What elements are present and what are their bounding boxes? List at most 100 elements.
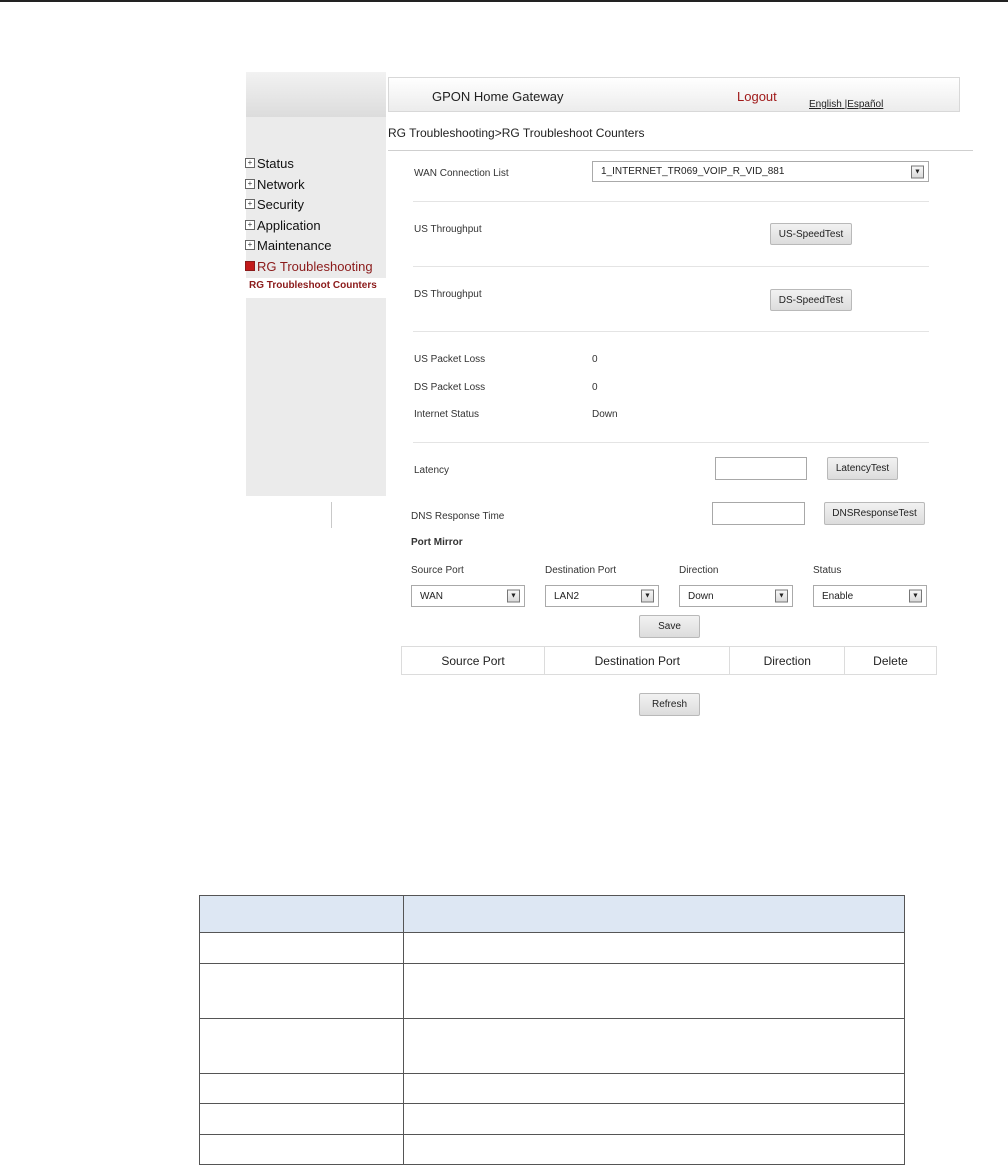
sidebar-item-label: Security	[257, 196, 304, 212]
plus-icon: +	[245, 158, 255, 168]
row-divider	[413, 331, 929, 332]
chevron-down-icon: ▼	[911, 165, 924, 178]
sidebar-item-label: Application	[257, 217, 321, 233]
table-header-direction: Direction	[729, 646, 846, 675]
table-cell	[403, 1134, 905, 1165]
sidebar-subitem-rg-troubleshoot-counters[interactable]: RG Troubleshoot Counters	[249, 280, 377, 291]
row-divider	[413, 201, 929, 202]
sidebar-divider	[331, 502, 332, 528]
us-packet-loss-value: 0	[592, 354, 598, 365]
direction-value: Down	[688, 590, 714, 602]
table-cell	[403, 1073, 905, 1104]
logout-link[interactable]: Logout	[737, 89, 777, 104]
chevron-down-icon: ▼	[909, 589, 922, 603]
us-speedtest-button[interactable]: US-SpeedTest	[770, 223, 852, 245]
plus-icon: +	[245, 199, 255, 209]
table-row	[198, 963, 905, 1019]
sidebar-item-label: Network	[257, 176, 305, 192]
wan-connection-select[interactable]: 1_INTERNET_TR069_VOIP_R_VID_881 ▼	[592, 161, 929, 182]
sidebar-item-label: Status	[257, 155, 294, 171]
lang-english-link[interactable]: English	[809, 99, 842, 110]
destination-port-select[interactable]: LAN2 ▼	[545, 585, 659, 607]
table-cell	[198, 963, 405, 1019]
table-cell	[198, 1018, 405, 1074]
internet-status-value: Down	[592, 409, 618, 420]
top-rule	[0, 0, 1008, 2]
document-table	[198, 895, 905, 1165]
dns-response-label: DNS Response Time	[411, 511, 505, 522]
source-port-label: Source Port	[411, 565, 464, 576]
table-header-destination-port: Destination Port	[544, 646, 731, 675]
plus-icon: +	[245, 220, 255, 230]
table-row	[198, 1103, 905, 1135]
sidebar-item-maintenance[interactable]: + Maintenance	[245, 236, 331, 254]
table-row	[198, 932, 905, 964]
table-header-source-port: Source Port	[400, 646, 546, 675]
table-cell	[403, 895, 905, 933]
refresh-button[interactable]: Refresh	[639, 693, 700, 716]
status-label: Status	[813, 565, 842, 576]
chevron-down-icon: ▼	[775, 589, 788, 603]
table-cell	[198, 895, 405, 933]
row-divider	[413, 266, 929, 267]
destination-port-value: LAN2	[554, 590, 580, 602]
port-mirror-title: Port Mirror	[411, 537, 463, 548]
table-cell	[403, 932, 905, 964]
wan-connection-label: WAN Connection List	[414, 168, 509, 179]
table-cell	[198, 1134, 405, 1165]
direction-select[interactable]: Down ▼	[679, 585, 793, 607]
breadcrumb: RG Troubleshooting>RG Troubleshoot Count…	[388, 126, 645, 140]
table-cell	[403, 1018, 905, 1074]
chevron-down-icon: ▼	[641, 589, 654, 603]
status-value: Enable	[822, 590, 854, 602]
dns-response-test-button[interactable]: DNSResponseTest	[824, 502, 925, 525]
sidebar	[246, 117, 386, 496]
save-button[interactable]: Save	[639, 615, 700, 638]
plus-icon: +	[245, 179, 255, 189]
table-cell	[403, 963, 905, 1019]
status-select[interactable]: Enable ▼	[813, 585, 927, 607]
sidebar-item-label: RG Troubleshooting	[257, 258, 373, 274]
latency-label: Latency	[414, 465, 450, 476]
source-port-value: WAN	[420, 590, 443, 602]
breadcrumb-divider	[388, 150, 973, 151]
sidebar-item-rg-troubleshooting[interactable]: RG Troubleshooting	[245, 257, 373, 275]
table-cell	[198, 932, 405, 964]
sidebar-item-label: Maintenance	[257, 237, 332, 253]
app-title: GPON Home Gateway	[432, 89, 564, 104]
ds-packet-loss-label: DS Packet Loss	[414, 382, 486, 393]
ds-throughput-label: DS Throughput	[414, 289, 482, 300]
us-throughput-label: US Throughput	[414, 224, 482, 235]
plus-icon: +	[245, 240, 255, 250]
direction-label: Direction	[679, 565, 719, 576]
table-cell	[403, 1103, 905, 1135]
port-mirror-table: Source Port Destination Port Direction D…	[400, 646, 937, 675]
table-header-delete: Delete	[844, 646, 937, 675]
table-row	[198, 1018, 905, 1074]
source-port-select[interactable]: WAN ▼	[411, 585, 525, 607]
sidebar-item-application[interactable]: + Application	[245, 216, 321, 234]
sidebar-item-network[interactable]: + Network	[245, 175, 305, 193]
destination-port-label: Destination Port	[545, 565, 617, 576]
latency-input[interactable]	[715, 457, 807, 480]
wan-connection-value: 1_INTERNET_TR069_VOIP_R_VID_881	[601, 166, 785, 177]
dns-response-input[interactable]	[712, 502, 805, 525]
sidebar-item-security[interactable]: + Security	[245, 195, 304, 213]
ds-packet-loss-value: 0	[592, 382, 598, 393]
table-header-row	[198, 895, 905, 933]
table-cell	[198, 1103, 405, 1135]
table-header-row: Source Port Destination Port Direction D…	[400, 646, 937, 675]
sidebar-header	[246, 72, 386, 117]
minus-icon	[245, 261, 255, 271]
table-row	[198, 1073, 905, 1104]
latency-test-button[interactable]: LatencyTest	[827, 457, 898, 480]
table-cell	[198, 1073, 405, 1104]
row-divider	[413, 442, 929, 443]
internet-status-label: Internet Status	[414, 409, 480, 420]
ds-speedtest-button[interactable]: DS-SpeedTest	[770, 289, 852, 311]
lang-spanish-link[interactable]: Español	[847, 99, 883, 110]
chevron-down-icon: ▼	[507, 589, 520, 603]
table-row	[198, 1134, 905, 1165]
language-switcher: English |Español	[809, 99, 883, 110]
sidebar-item-status[interactable]: + Status	[245, 154, 294, 172]
